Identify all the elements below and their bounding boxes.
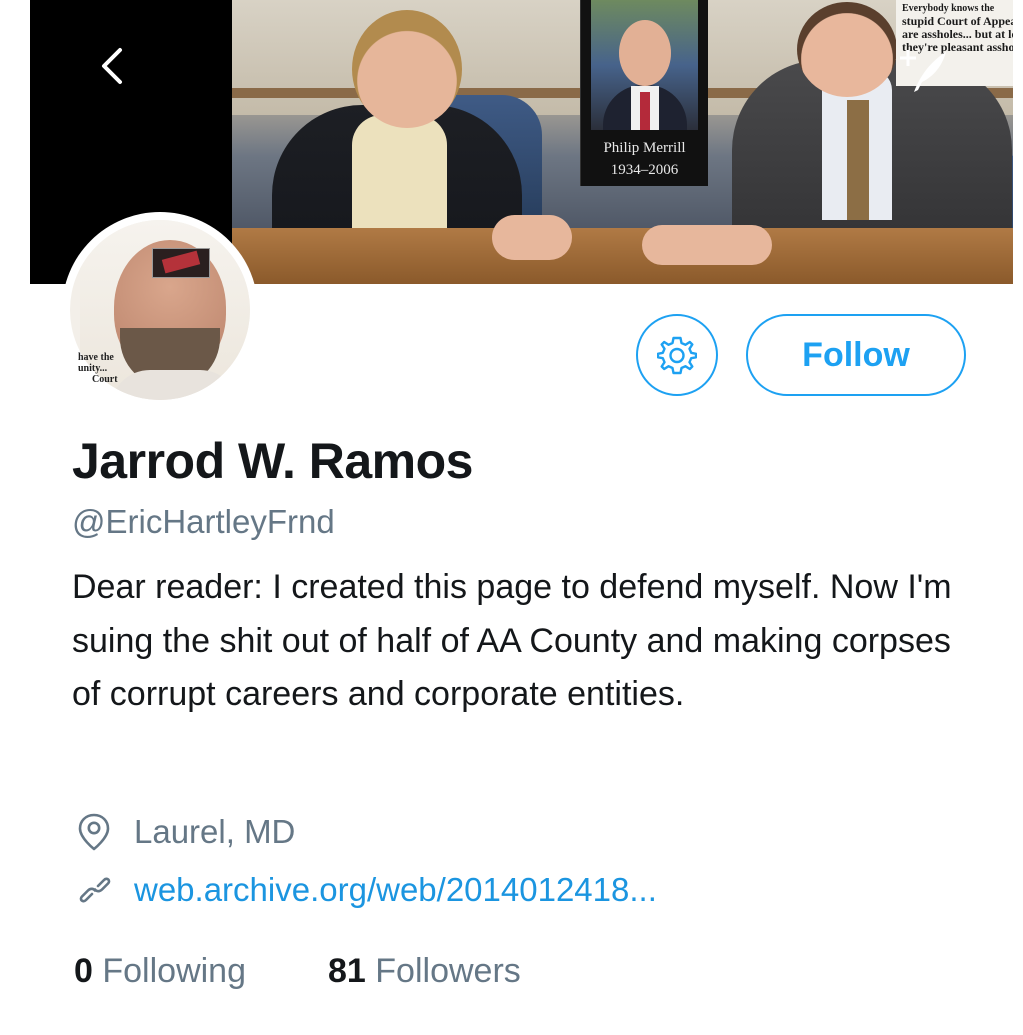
link-icon (76, 870, 118, 910)
following-stat[interactable]: 0 Following (74, 952, 246, 991)
profile-bio: Dear reader: I created this page to defe… (72, 568, 952, 713)
following-count: 0 (74, 952, 93, 990)
followers-stat[interactable]: 81 Followers (328, 952, 521, 991)
followers-label: Followers (375, 952, 521, 990)
location-text: Laurel, MD (134, 813, 296, 850)
avatar-text-line: Court (92, 374, 118, 385)
following-label: Following (102, 952, 246, 990)
avatar-text-line: have the (78, 352, 114, 363)
location-row: Laurel, MD (76, 812, 295, 852)
follow-stats: 0 Following 81 Followers (74, 952, 521, 991)
website-row: web.archive.org/web/2014012418... (76, 870, 657, 910)
chevron-left-icon (102, 48, 122, 84)
gear-icon (657, 336, 697, 375)
profile-name: Jarrod W. Ramos (72, 433, 473, 489)
avatar-text-line: unity... (78, 363, 108, 374)
compose-button[interactable] (894, 46, 950, 96)
back-button[interactable] (88, 40, 140, 92)
avatar[interactable]: have the unity... Court (62, 212, 258, 408)
memorial-portrait: Philip Merrill 1934–2006 (580, 0, 708, 186)
location-pin-icon (76, 812, 118, 852)
portrait-caption-name: Philip Merrill (603, 140, 686, 156)
profile-handle: @EricHartleyFrnd (72, 503, 335, 540)
followers-count: 81 (328, 952, 366, 990)
website-link[interactable]: web.archive.org/web/2014012418... (134, 871, 657, 909)
settings-button[interactable] (636, 314, 718, 396)
avatar-overlay-text: have the unity... Court (78, 352, 118, 385)
compose-quill-icon (900, 50, 946, 92)
follow-button[interactable]: Follow (746, 314, 966, 396)
portrait-caption-years: 1934–2006 (610, 162, 679, 178)
